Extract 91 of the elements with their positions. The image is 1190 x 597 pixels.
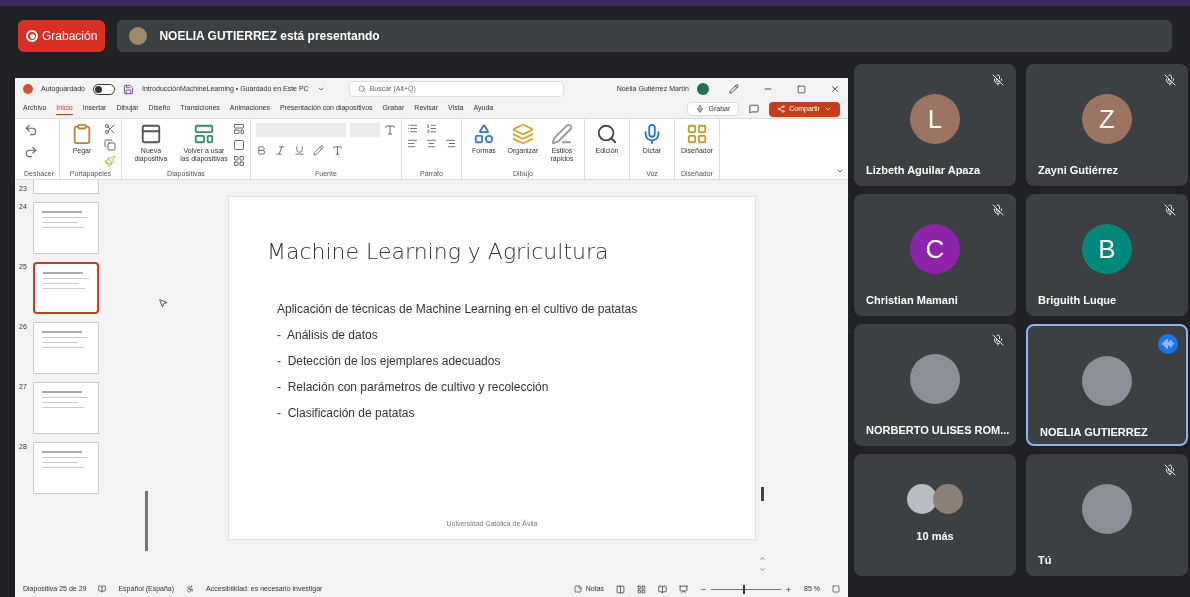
align-center-icon[interactable]: [425, 138, 437, 149]
audio-level-icon: [1158, 334, 1178, 354]
participant-tile[interactable]: 10 más: [854, 454, 1016, 576]
share-icon: [777, 105, 786, 113]
text-color-icon[interactable]: [331, 145, 343, 156]
chevron-down-icon: [824, 105, 832, 113]
close-icon[interactable]: [830, 84, 840, 94]
avatar: C: [910, 224, 960, 274]
scissors-icon[interactable]: [103, 123, 116, 135]
collapse-icon[interactable]: [836, 167, 844, 175]
participant-name: Christian Mamani: [866, 293, 958, 308]
slide-icon[interactable]: [192, 123, 215, 145]
participant-name: Tú: [1038, 553, 1052, 568]
undo-icon[interactable]: [24, 123, 38, 137]
recording-label: Grabación: [42, 28, 98, 45]
participant-tile[interactable]: NORBERTO ULISES ROM...: [854, 324, 1016, 446]
participant-name: Briguith Luque: [1038, 293, 1117, 308]
avatar: L: [910, 94, 960, 144]
presenter-text: NOELIA GUTIERREZ está presentando: [159, 28, 380, 45]
app-logo-icon: [23, 84, 33, 94]
copy-icon[interactable]: [103, 139, 116, 151]
participant-name: Lizbeth Aguilar Apaza: [866, 163, 981, 178]
bold-icon[interactable]: [255, 145, 267, 156]
comment-icon[interactable]: [749, 104, 760, 114]
reset-icon[interactable]: [232, 139, 245, 151]
font-size-icon[interactable]: [383, 124, 396, 136]
section-icon[interactable]: [232, 155, 245, 167]
book-icon: [98, 585, 107, 593]
bullet-item: - Análisis de datos: [277, 327, 379, 344]
align-left-icon[interactable]: [406, 138, 418, 149]
numbered-list-icon[interactable]: [425, 123, 437, 134]
slide-title: Machine Learning y Agricultura: [267, 238, 610, 266]
notes-icon: [573, 585, 582, 593]
bullet-item: - Detección de los ejemplares adecuados: [277, 353, 502, 370]
shapes-icon[interactable]: [472, 123, 495, 145]
align-right-icon[interactable]: [444, 138, 456, 149]
highlight-icon[interactable]: [312, 145, 324, 156]
italic-icon[interactable]: [274, 145, 286, 156]
underline-icon[interactable]: [293, 145, 305, 156]
zoom-in-icon[interactable]: [785, 585, 793, 593]
fit-icon[interactable]: [832, 585, 840, 593]
photo-placeholder: [907, 484, 937, 514]
search-icon[interactable]: [595, 123, 618, 145]
user-avatar[interactable]: [697, 83, 709, 95]
presentation-icon[interactable]: [679, 584, 689, 594]
microphone-icon: [696, 105, 705, 113]
participant-tile[interactable]: Tú: [1026, 454, 1188, 576]
participant-tile[interactable]: L Lizbeth Aguilar Apaza: [854, 64, 1016, 186]
pen-icon[interactable]: [729, 84, 739, 94]
participant-name: 10 más: [916, 529, 954, 544]
scrollbar[interactable]: [760, 487, 764, 501]
slide-icon[interactable]: [139, 123, 162, 145]
photo-placeholder: [933, 484, 963, 514]
chevron-down-icon[interactable]: [758, 566, 766, 573]
normal-view-icon[interactable]: [616, 584, 626, 594]
pen-icon[interactable]: [550, 123, 573, 145]
photo-placeholder: [910, 354, 960, 404]
slide-thumbnail[interactable]: [33, 262, 99, 314]
bullet-item: - Relación con parámetros de cultivo y recolección: [277, 379, 550, 396]
record-icon: [26, 30, 38, 42]
zoom-thumb[interactable]: [742, 584, 745, 594]
participant-tile[interactable]: B Briguith Luque: [1026, 194, 1188, 316]
participant-tile[interactable]: C Christian Mamani: [854, 194, 1016, 316]
cursor-icon: [158, 298, 168, 308]
photo-placeholder: [129, 27, 148, 45]
avatar: Z: [1082, 94, 1132, 144]
slide-subtitle: Aplicación de técnicas de Machine Learning en el cultivo de patatas: [277, 301, 639, 318]
bullet-list-icon[interactable]: [406, 123, 418, 134]
save-icon[interactable]: [123, 83, 134, 95]
participant-name: NOELIA GUTIERREZ: [1040, 425, 1148, 440]
layers-icon[interactable]: [511, 123, 534, 145]
redo-icon[interactable]: [24, 145, 38, 159]
scrollbar[interactable]: [145, 491, 148, 551]
participant-name: NORBERTO ULISES ROM...: [866, 423, 1010, 438]
avatar: B: [1082, 224, 1132, 274]
chevron-up-icon[interactable]: [758, 555, 766, 562]
chevron-down-icon[interactable]: [316, 85, 325, 93]
participant-tile[interactable]: Z Zayni Gutiérrez: [1026, 64, 1188, 186]
grid-view-icon[interactable]: [637, 584, 647, 594]
maximize-icon[interactable]: [797, 84, 806, 94]
participant-tile[interactable]: NOELIA GUTIERREZ: [1026, 324, 1188, 446]
photo-placeholder: [1082, 356, 1132, 406]
reading-view-icon[interactable]: [658, 584, 668, 594]
accessibility-icon: [186, 585, 195, 593]
photo-placeholder: [1082, 484, 1132, 534]
grid-icon[interactable]: [685, 123, 708, 145]
bullet-item: - Clasificación de patatas: [277, 405, 416, 422]
layout-icon[interactable]: [232, 123, 245, 135]
search-icon: [357, 85, 366, 93]
autosave-toggle[interactable]: [93, 83, 115, 95]
participant-name: Zayni Gutiérrez: [1038, 163, 1119, 178]
